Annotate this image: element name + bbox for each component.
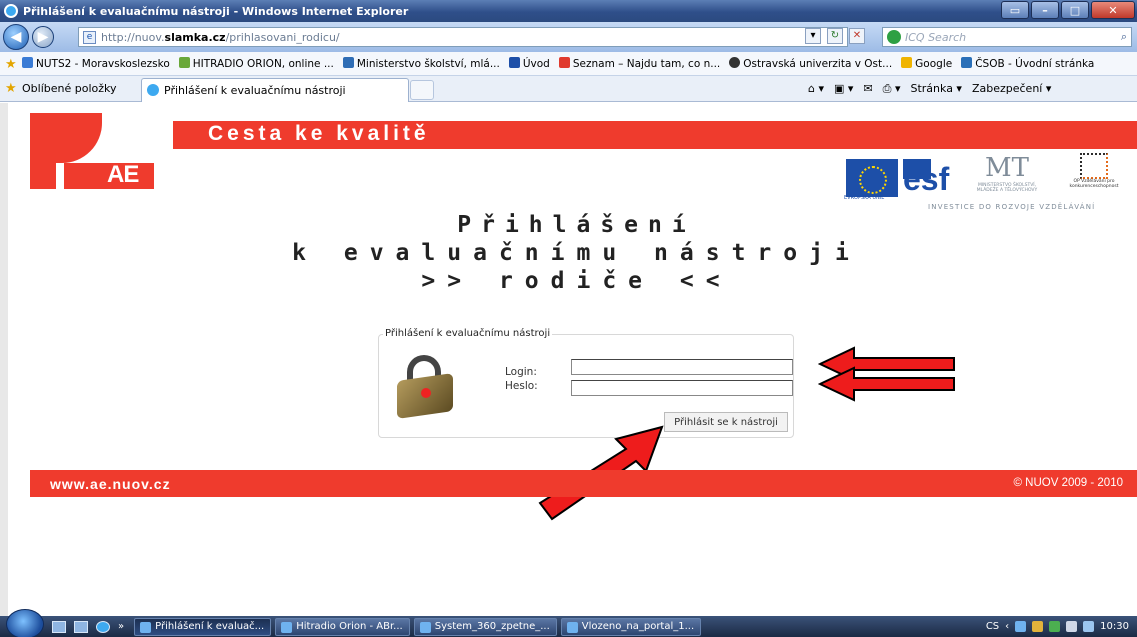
op-caption: OP Vzdělávání pro konkurenceschopnost: [1069, 179, 1119, 189]
password-input[interactable]: [571, 380, 793, 396]
page-icon: e: [83, 31, 96, 44]
tray-expand-icon[interactable]: ‹: [1005, 621, 1009, 632]
tray-icon[interactable]: [1049, 621, 1061, 632]
minimize-button[interactable]: –: [1031, 1, 1059, 19]
restore-icon[interactable]: ▭: [1001, 1, 1029, 19]
window-controls: ▭ – □ ✕: [1001, 1, 1135, 19]
op-logo: OP Vzdělávání pro konkurenceschopnost: [1058, 153, 1130, 201]
tab-active[interactable]: Přihlášení k evaluačnímu nástroji: [141, 78, 409, 102]
fav-item[interactable]: Ministerstvo školství, mlá...: [342, 57, 500, 70]
login-legend: Přihlášení k evaluačnímu nástroji: [383, 328, 553, 339]
security-menu[interactable]: Zabezpečení ▾: [972, 82, 1051, 96]
search-icon[interactable]: ⌕: [1121, 30, 1127, 44]
mail-icon[interactable]: ✉: [863, 82, 872, 96]
logo-text: AE: [107, 161, 139, 188]
heading-line2: k evaluačnímu nástroji: [292, 240, 861, 266]
search-placeholder: ICQ Search: [905, 30, 967, 44]
stop-icon[interactable]: ✕: [849, 28, 865, 44]
icq-flower-icon: [887, 30, 901, 44]
fav-item[interactable]: Seznam – Najdu tam, co n...: [558, 57, 720, 70]
start-button[interactable]: [6, 608, 44, 637]
page-footer: www.ae.nuov.cz © NUOV 2009 - 2010: [30, 470, 1137, 497]
address-input[interactable]: e http://nuov. slamka.cz/prihlasovani_rod…: [78, 27, 848, 47]
url-prefix: http://nuov.: [101, 30, 165, 44]
address-toolbar: ◀ ▶ e http://nuov. slamka.cz/prihlasovani…: [0, 22, 1137, 52]
dropdown-icon[interactable]: ▾: [805, 28, 821, 44]
maximize-button[interactable]: □: [1061, 1, 1089, 19]
system-tray: CS ‹ 10:30: [986, 616, 1137, 637]
fav-item[interactable]: Google: [901, 57, 952, 70]
network-icon[interactable]: [1066, 621, 1078, 632]
taskbar-item[interactable]: System_360_zpetne_...: [413, 617, 557, 636]
slogan: Cesta ke kvalitě: [208, 122, 430, 145]
eu-flag-icon: [846, 159, 898, 197]
window-title: Přihlášení k evaluačnímu nástroji - Wind…: [23, 4, 409, 18]
heading-line3: >> rodiče <<: [421, 268, 732, 294]
forward-button[interactable]: ▶: [32, 26, 54, 48]
favorites-icon[interactable]: ★: [5, 81, 17, 96]
taskbar-item[interactable]: Hitradio Orion - ABr...: [275, 617, 410, 636]
url-path: /prihlasovani_rodicu/: [225, 30, 340, 44]
annotation-arrow-password: [818, 366, 955, 402]
fav-item[interactable]: Úvod: [508, 57, 550, 70]
favorites-star-icon[interactable]: ★: [5, 57, 17, 72]
heading-line1: Přihlášení: [457, 212, 696, 238]
msmt-caption: MINISTERSTVO ŠKOLSTVÍ, MLÁDEŽE A TĚLOVÝC…: [976, 183, 1038, 193]
home-icon[interactable]: ⌂ ▾: [808, 82, 824, 96]
volume-icon[interactable]: [1083, 621, 1095, 632]
padlock-icon: [393, 355, 457, 419]
footer-url[interactable]: www.ae.nuov.cz: [50, 476, 171, 492]
show-desktop-icon[interactable]: [52, 620, 66, 633]
clock[interactable]: 10:30: [1100, 621, 1129, 632]
tab-bar: ★ Oblíbené položky Přihlášení k evaluačn…: [0, 76, 1137, 102]
footer-copyright: © NUOV 2009 - 2010: [1013, 477, 1123, 489]
search-input[interactable]: ICQ Search ⌕: [882, 27, 1132, 47]
login-submit-button[interactable]: Přihlásit se k nástroji: [664, 412, 788, 432]
investice-caption: INVESTICE DO ROZVOJE VZDĚLÁVÁNÍ: [928, 203, 1096, 211]
ie-quicklaunch-icon[interactable]: [96, 620, 110, 633]
window-titlebar: Přihlášení k evaluačnímu nástroji - Wind…: [0, 0, 1137, 22]
msmt-logo: MT MINISTERSTVO ŠKOLSTVÍ, MLÁDEŽE A TĚLO…: [968, 153, 1046, 201]
back-button[interactable]: ◀: [3, 24, 29, 50]
taskbar-item[interactable]: Přihlášení k evaluač...: [134, 617, 272, 636]
ie-tab-icon: [147, 84, 159, 96]
feeds-icon[interactable]: ▣ ▾: [834, 82, 853, 96]
refresh-icon[interactable]: ↻: [827, 28, 843, 44]
login-label: Login:: [505, 366, 537, 378]
fav-item[interactable]: Ostravská univerzita v Ost...: [729, 57, 892, 70]
fav-item[interactable]: NUTS2 - Moravskoslezsko: [22, 57, 170, 70]
new-tab-button[interactable]: [410, 80, 434, 100]
taskbar-item[interactable]: Vlozeno_na_portal_1...: [560, 617, 702, 636]
print-icon[interactable]: ⎙ ▾: [883, 82, 901, 96]
tray-icon[interactable]: [1032, 621, 1044, 632]
password-label: Heslo:: [505, 380, 538, 392]
page-menu[interactable]: Stránka ▾: [910, 82, 961, 96]
tray-icon[interactable]: [1015, 621, 1027, 632]
eu-caption: EVROPSKÁ UNIE: [844, 195, 885, 201]
page-title: Přihlášení k evaluačnímu nástroji >> rod…: [8, 211, 1137, 295]
favorites-label[interactable]: Oblíbené položky: [22, 82, 117, 95]
ae-logo-shape: [56, 113, 102, 163]
overflow-chevron-icon[interactable]: »: [118, 621, 124, 632]
esf-logo: esf: [903, 159, 955, 199]
fav-item[interactable]: ČSOB - Úvodní stránka: [961, 57, 1094, 70]
favorites-bar: ★ NUTS2 - Moravskoslezsko HITRADIO ORION…: [0, 52, 1137, 76]
windows-taskbar: » Přihlášení k evaluač... Hitradio Orion…: [0, 608, 1137, 637]
ie-logo-icon: [4, 4, 18, 18]
address-tools: ▾ ↻ ✕: [805, 28, 865, 44]
quicklaunch-icon[interactable]: [74, 620, 88, 633]
ae-logo: [30, 113, 56, 189]
tab-label: Přihlášení k evaluačnímu nástroji: [164, 84, 346, 97]
close-button[interactable]: ✕: [1091, 1, 1135, 19]
page-content: AE Cesta ke kvalitě EVROPSKÁ UNIE esf MT…: [0, 103, 1137, 616]
url-domain: slamka.cz: [164, 30, 226, 44]
command-bar: ⌂ ▾ ▣ ▾ ✉ ⎙ ▾ Stránka ▾ Zabezpečení ▾: [808, 82, 1051, 96]
fav-item[interactable]: HITRADIO ORION, online ...: [178, 57, 334, 70]
language-indicator[interactable]: CS: [986, 621, 999, 632]
login-input[interactable]: [571, 359, 793, 375]
